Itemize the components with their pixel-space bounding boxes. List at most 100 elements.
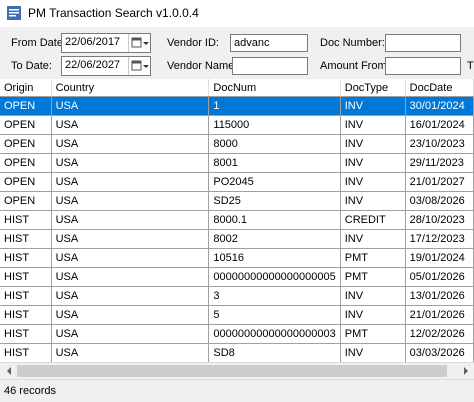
cell-docnum: 10516 — [208, 248, 341, 268]
amount-from-input[interactable] — [385, 57, 461, 75]
vendor-name-label: Vendor Name: — [167, 60, 238, 72]
cell-docdate: 30/01/2024 — [405, 96, 474, 116]
cell-country: USA — [51, 191, 210, 211]
cell-docnum: 5 — [208, 305, 341, 325]
cell-origin: OPEN — [0, 115, 52, 135]
cell-doctype: INV — [340, 343, 406, 362]
cell-docdate: 16/01/2024 — [405, 115, 474, 135]
table-row[interactable]: OPEN USA PO2045 INV 21/01/2027 — [0, 172, 474, 192]
column-header-docnum[interactable]: DocNum — [208, 79, 341, 97]
cell-origin: OPEN — [0, 191, 52, 211]
cell-origin: HIST — [0, 267, 52, 287]
cell-country: USA — [51, 134, 210, 154]
table-row[interactable]: OPEN USA 1 INV 30/01/2024 — [0, 96, 474, 116]
cell-docnum: SD8 — [208, 343, 341, 362]
calendar-icon — [131, 37, 149, 48]
table-row[interactable]: HIST USA SD8 INV 03/03/2026 — [0, 343, 474, 362]
column-header-country[interactable]: Country — [51, 79, 210, 97]
cell-country: USA — [51, 286, 210, 306]
cell-docnum: SD25 — [208, 191, 341, 211]
amount-from-label: Amount From: — [320, 60, 390, 72]
cell-docnum: 115000 — [208, 115, 341, 135]
from-date-dropdown-button[interactable] — [128, 34, 150, 52]
column-header-origin[interactable]: Origin — [0, 79, 52, 97]
chevron-right-icon — [463, 367, 468, 375]
cell-origin: OPEN — [0, 134, 52, 154]
cell-doctype: INV — [340, 153, 406, 173]
cell-country: USA — [51, 343, 210, 362]
from-date-value: 22/06/2017 — [65, 36, 121, 48]
table-row[interactable]: HIST USA 5 INV 21/01/2026 — [0, 305, 474, 325]
scroll-left-button[interactable] — [0, 363, 17, 379]
status-bar: 46 records — [0, 379, 474, 402]
record-count: 46 records — [4, 385, 56, 397]
cell-docdate: 28/10/2023 — [405, 210, 474, 230]
to-date-label: To Date: — [11, 60, 52, 72]
cell-docnum: 1 — [208, 96, 341, 116]
table-row[interactable]: OPEN USA 8000 INV 23/10/2023 — [0, 134, 474, 154]
column-header-doctype[interactable]: DocType — [340, 79, 406, 97]
table-row[interactable]: HIST USA 8000.1 CREDIT 28/10/2023 — [0, 210, 474, 230]
cell-origin: OPEN — [0, 96, 52, 116]
cell-docdate: 21/01/2027 — [405, 172, 474, 192]
cell-origin: HIST — [0, 248, 52, 268]
doc-number-input[interactable] — [385, 34, 461, 52]
cell-doctype: INV — [340, 305, 406, 325]
to-date-picker[interactable]: 22/06/2027 — [61, 56, 151, 76]
results-grid[interactable]: Origin Country DocNum DocType DocDate OP… — [0, 79, 474, 362]
cell-country: USA — [51, 305, 210, 325]
cell-doctype: INV — [340, 96, 406, 116]
cell-docnum: 8001 — [208, 153, 341, 173]
from-date-picker[interactable]: 22/06/2017 — [61, 33, 151, 53]
cell-doctype: INV — [340, 115, 406, 135]
cell-doctype: INV — [340, 229, 406, 249]
cell-country: USA — [51, 172, 210, 192]
cell-country: USA — [51, 267, 210, 287]
table-row[interactable]: HIST USA 3 INV 13/01/2026 — [0, 286, 474, 306]
amount-to-label-partial: T — [467, 60, 474, 72]
window-title: PM Transaction Search v1.0.0.4 — [28, 6, 199, 20]
cell-docdate: 13/01/2026 — [405, 286, 474, 306]
table-row[interactable]: OPEN USA 8001 INV 29/11/2023 — [0, 153, 474, 173]
table-row[interactable]: HIST USA 00000000000000000005 PMT 05/01/2026 — [0, 267, 474, 287]
column-header-docdate[interactable]: DocDate — [405, 79, 474, 97]
table-row[interactable]: OPEN USA SD25 INV 03/08/2026 — [0, 191, 474, 211]
cell-docnum: PO2045 — [208, 172, 341, 192]
title-bar: PM Transaction Search v1.0.0.4 — [0, 0, 474, 27]
horizontal-scrollbar[interactable] — [0, 362, 474, 379]
cell-doctype: PMT — [340, 248, 406, 268]
cell-country: USA — [51, 115, 210, 135]
cell-origin: OPEN — [0, 153, 52, 173]
vendor-name-input[interactable] — [232, 57, 308, 75]
cell-country: USA — [51, 324, 210, 344]
vendor-id-label: Vendor ID: — [167, 37, 219, 49]
cell-docdate: 03/08/2026 — [405, 191, 474, 211]
cell-country: USA — [51, 210, 210, 230]
scrollbar-thumb[interactable] — [17, 365, 447, 377]
cell-origin: HIST — [0, 229, 52, 249]
scroll-right-button[interactable] — [457, 363, 474, 379]
grid-header-row: Origin Country DocNum DocType DocDate — [0, 79, 474, 97]
cell-docdate: 12/02/2026 — [405, 324, 474, 344]
to-date-dropdown-button[interactable] — [128, 57, 150, 75]
cell-origin: OPEN — [0, 172, 52, 192]
cell-doctype: INV — [340, 286, 406, 306]
vendor-id-input[interactable] — [230, 34, 308, 52]
cell-origin: HIST — [0, 286, 52, 306]
cell-origin: HIST — [0, 343, 52, 362]
table-row[interactable]: OPEN USA 115000 INV 16/01/2024 — [0, 115, 474, 135]
table-row[interactable]: HIST USA 10516 PMT 19/01/2024 — [0, 248, 474, 268]
cell-origin: HIST — [0, 324, 52, 344]
cell-doctype: INV — [340, 191, 406, 211]
cell-docnum: 3 — [208, 286, 341, 306]
calendar-icon — [131, 60, 149, 71]
table-row[interactable]: HIST USA 00000000000000000003 PMT 12/02/2026 — [0, 324, 474, 344]
cell-doctype: INV — [340, 134, 406, 154]
from-date-label: From Date: — [11, 37, 67, 49]
app-icon — [7, 6, 21, 20]
cell-docnum: 8000 — [208, 134, 341, 154]
table-row[interactable]: HIST USA 8002 INV 17/12/2023 — [0, 229, 474, 249]
cell-docnum: 00000000000000000003 — [208, 324, 341, 344]
cell-docdate: 19/01/2024 — [405, 248, 474, 268]
cell-doctype: PMT — [340, 324, 406, 344]
